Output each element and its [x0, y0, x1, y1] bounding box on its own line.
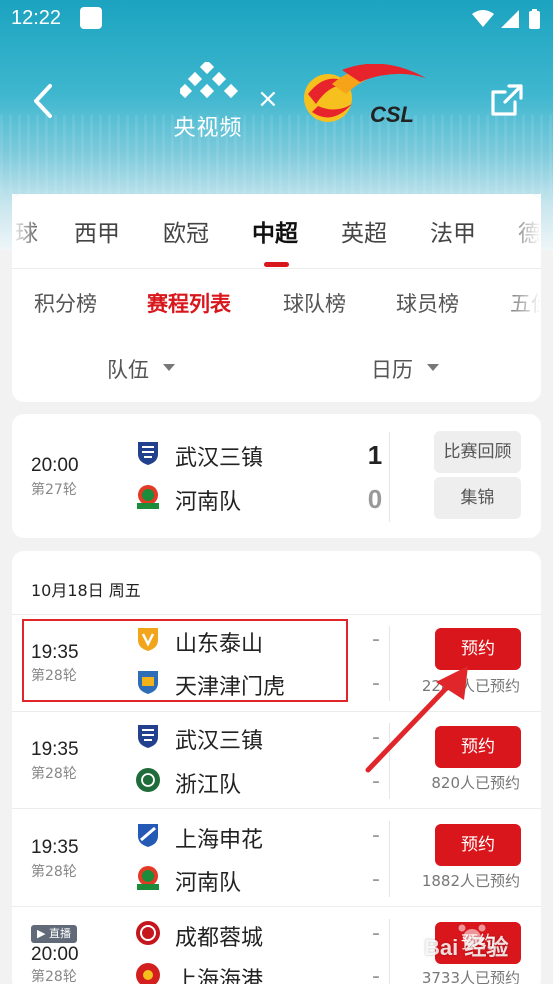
sub-tabs: 积分榜 赛程列表 球队榜 球员榜 五佳 [12, 269, 541, 335]
date-header: 10月18日 周五 [31, 581, 141, 600]
status-bar: 12:22 [0, 0, 553, 38]
cctv-video-title: 央视频 [173, 116, 243, 141]
tab-csl[interactable]: 中超 [252, 214, 298, 248]
csl-text: CSL [370, 102, 414, 127]
share-icon [491, 84, 523, 116]
away-team-name: 浙江队 [175, 773, 242, 798]
away-score-placeholder: - [372, 964, 380, 984]
signal-icon [501, 10, 519, 28]
home-score: 1 [367, 440, 383, 470]
chevron-left-icon [34, 84, 52, 118]
partnership-mark: × [257, 84, 279, 114]
match-time: 19:35 [31, 739, 79, 760]
tab-la-liga[interactable]: 西甲 [74, 214, 120, 248]
shanghai-shenhua-badge-icon [138, 824, 158, 847]
away-score-placeholder: - [372, 867, 380, 892]
battery-icon [529, 11, 540, 29]
reservation-count: 1882人已预约 [421, 872, 520, 890]
chengdu-team-badge-icon [136, 921, 160, 945]
reservation-count: 3733人已预约 [421, 969, 520, 984]
team-filter-caret-icon [163, 364, 175, 371]
reserve-button[interactable]: 预约 [435, 824, 521, 866]
away-team-name: 上海海港 [175, 968, 264, 984]
match-replay-button[interactable]: 比赛回顾 [434, 431, 521, 473]
home-team-name: 上海申花 [175, 828, 264, 853]
home-team-name: 武汉三镇 [175, 446, 264, 471]
home-team-name: 武汉三镇 [175, 729, 264, 754]
tab-champions-league[interactable]: 欧冠 [163, 214, 209, 248]
tab-standings[interactable]: 积分榜 [34, 288, 97, 318]
away-score: 0 [367, 484, 383, 514]
away-team-name: 河南队 [175, 871, 242, 896]
match-round: 第28轮 [31, 969, 77, 984]
henan-team-badge-icon [137, 866, 159, 890]
active-tab-indicator [264, 262, 289, 267]
home-score-placeholder: - [372, 823, 380, 848]
away-team-name: 河南队 [175, 490, 242, 515]
match-time: 19:35 [31, 837, 79, 858]
system-icons [471, 8, 543, 30]
match-round: 第27轮 [31, 482, 77, 498]
team-filter[interactable]: 队伍 [107, 354, 149, 384]
cctv-video-logo [180, 62, 239, 99]
live-badge: ▶ 直播 [31, 925, 77, 943]
annotation-highlight-box [22, 619, 348, 702]
wuhan-team-badge-icon [138, 725, 158, 748]
tab-schedule[interactable]: 赛程列表 [147, 288, 231, 318]
stadium-background [0, 115, 553, 195]
tab-ligue-1[interactable]: 法甲 [430, 214, 476, 248]
annotation-arrow-icon [365, 666, 468, 773]
tabs-card: 球 西甲 欧冠 中超 英超 法甲 德 积分榜 赛程列表 球队榜 球员榜 五佳 队… [12, 194, 541, 402]
calendar-filter-caret-icon [427, 364, 439, 371]
calendar-filter[interactable]: 日历 [371, 354, 413, 384]
shanghai-port-badge-icon [136, 963, 160, 984]
henan-team-badge-icon [137, 485, 159, 509]
highlights-button[interactable]: 集锦 [434, 477, 521, 519]
tab-team-ranking[interactable]: 球队榜 [283, 288, 346, 318]
match-round: 第28轮 [31, 864, 77, 880]
share-button[interactable] [489, 82, 525, 118]
wuhan-team-badge-icon [138, 442, 158, 465]
back-button[interactable] [28, 83, 58, 119]
tab-premier-league[interactable]: 英超 [341, 214, 387, 248]
wifi-icon [472, 10, 494, 27]
tab-player-ranking[interactable]: 球员榜 [396, 288, 459, 318]
csl-logo: CSL [304, 64, 426, 127]
status-time: 12:22 [11, 7, 62, 29]
filter-bar: 队伍 日历 [12, 335, 541, 399]
match-round: 第28轮 [31, 766, 77, 782]
home-team-name: 成都蓉城 [175, 926, 264, 951]
result-match-card[interactable]: 20:00 第27轮 武汉三镇 1 河南队 0 比赛回顾 集锦 [12, 414, 541, 538]
notification-icon [80, 7, 102, 29]
match-time: 20:00 [31, 944, 79, 965]
home-score-placeholder: - [372, 627, 380, 652]
home-score-placeholder: - [372, 921, 380, 946]
league-tabs: 球 西甲 欧冠 中超 英超 法甲 德 [12, 194, 541, 267]
zhejiang-team-badge-icon [136, 768, 160, 792]
match-time: 20:00 [31, 455, 79, 476]
watermark-text: Bai 经验 [424, 935, 509, 960]
